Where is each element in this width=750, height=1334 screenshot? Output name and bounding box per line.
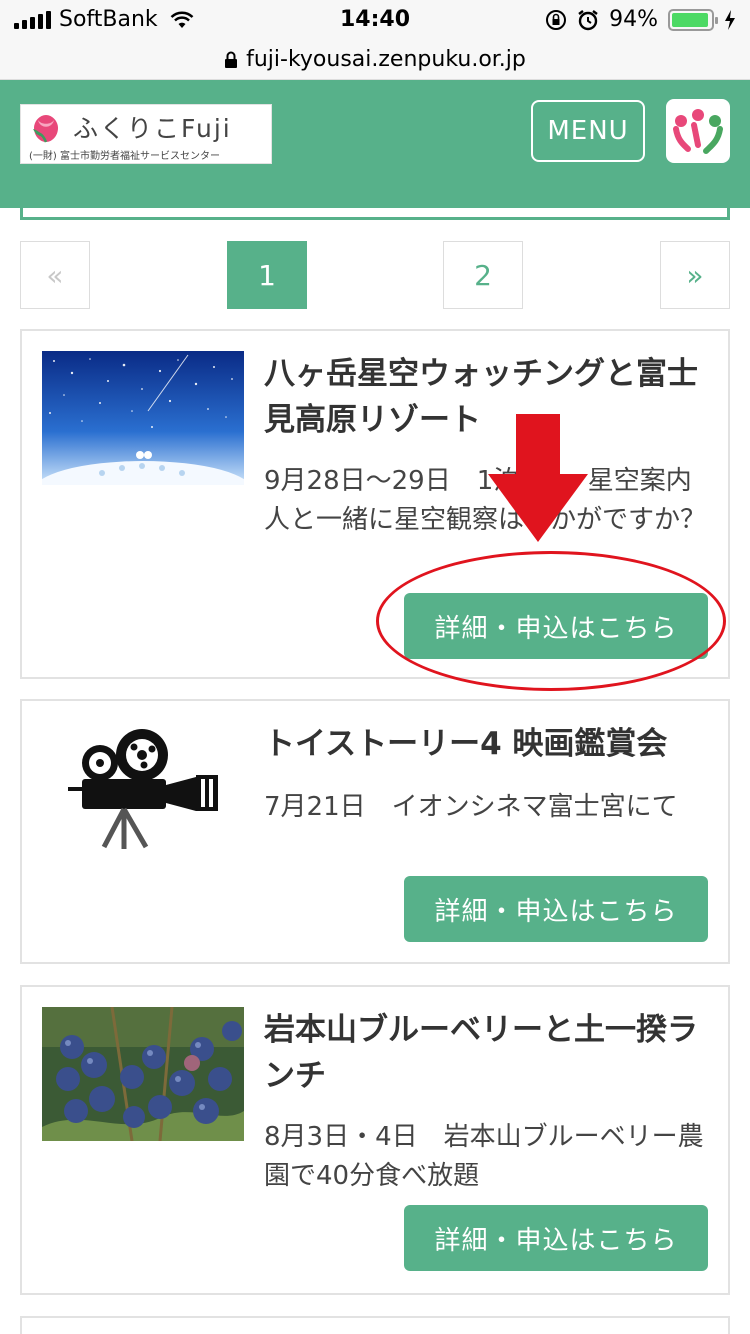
event-thumbnail-projector[interactable] (42, 721, 244, 855)
status-right: 94% (545, 7, 736, 32)
event-thumbnail-stars[interactable] (42, 351, 244, 485)
blueberries-image (42, 1007, 244, 1141)
site-header: ふくりこFuji (一財) 富士市勤労者福祉サービスセンター MENU (0, 80, 750, 208)
orientation-lock-icon (546, 9, 567, 30)
logo-subtitle: (一財) 富士市勤労者福祉サービスセンター (29, 151, 220, 162)
flower-logo-icon (33, 115, 58, 143)
logo-title: ふくりこFuji (73, 114, 232, 143)
site-logo[interactable]: ふくりこFuji (一財) 富士市勤労者福祉サービスセンター (20, 104, 272, 164)
starry-sky-image (42, 351, 244, 485)
pagination-page-2[interactable]: 2 (443, 241, 523, 309)
event-title[interactable]: 岩本山ブルーベリーと土一揆ランチ (264, 1007, 704, 1099)
menu-button[interactable]: MENU (531, 100, 645, 162)
status-bar: SoftBank 14:40 94% (0, 0, 750, 40)
alarm-icon (578, 9, 598, 30)
event-description: 9月28日〜29日 1泊2日 星空案内人と一緒に星空観察はいかがですか？ (264, 466, 707, 535)
address-bar[interactable]: fuji-kyousai.zenpuku.or.jp (0, 40, 750, 80)
movie-camera-icon (42, 721, 244, 855)
lock-icon (225, 51, 238, 68)
event-thumbnail-blueberries[interactable] (42, 1007, 244, 1141)
battery-icon (668, 8, 718, 31)
battery-percent: 94% (609, 7, 658, 32)
url-text: fuji-kyousai.zenpuku.or.jp (246, 47, 526, 72)
battery-level (672, 12, 708, 27)
charging-icon (725, 9, 735, 30)
red-circle-annotation (376, 551, 726, 691)
event-description: 8月3日・4日 岩本山ブルーベリー農園で40分食べ放題 (264, 1122, 704, 1191)
red-arrow-annotation-icon (488, 414, 588, 542)
event-card: トイストーリー4 映画鑑賞会 7月21日 イオンシネマ富士宮にて 詳細・申込はこ… (20, 699, 730, 964)
pagination-prev[interactable]: « (20, 241, 90, 309)
event-title[interactable]: トイストーリー4 映画鑑賞会 (264, 721, 704, 767)
details-apply-button[interactable]: 詳細・申込はこちら (404, 876, 708, 942)
pagination-next[interactable]: » (660, 241, 730, 309)
event-title[interactable]: 八ヶ岳星空ウォッチングと富士見高原リゾート (264, 351, 704, 443)
event-card: 岩本山ブルーベリーと土一揆ランチ 8月3日・4日 岩本山ブルーベリー農園で40分… (20, 985, 730, 1295)
pagination-page-1[interactable]: 1 (227, 241, 307, 309)
details-apply-button[interactable]: 詳細・申込はこちら (404, 1205, 708, 1271)
brand-figures-icon (673, 109, 723, 154)
event-card-partial (20, 1316, 730, 1334)
search-box-edge (20, 208, 730, 220)
brand-mark-icon[interactable] (666, 99, 730, 163)
event-description: 7月21日 イオンシネマ富士宮にて (264, 792, 678, 822)
